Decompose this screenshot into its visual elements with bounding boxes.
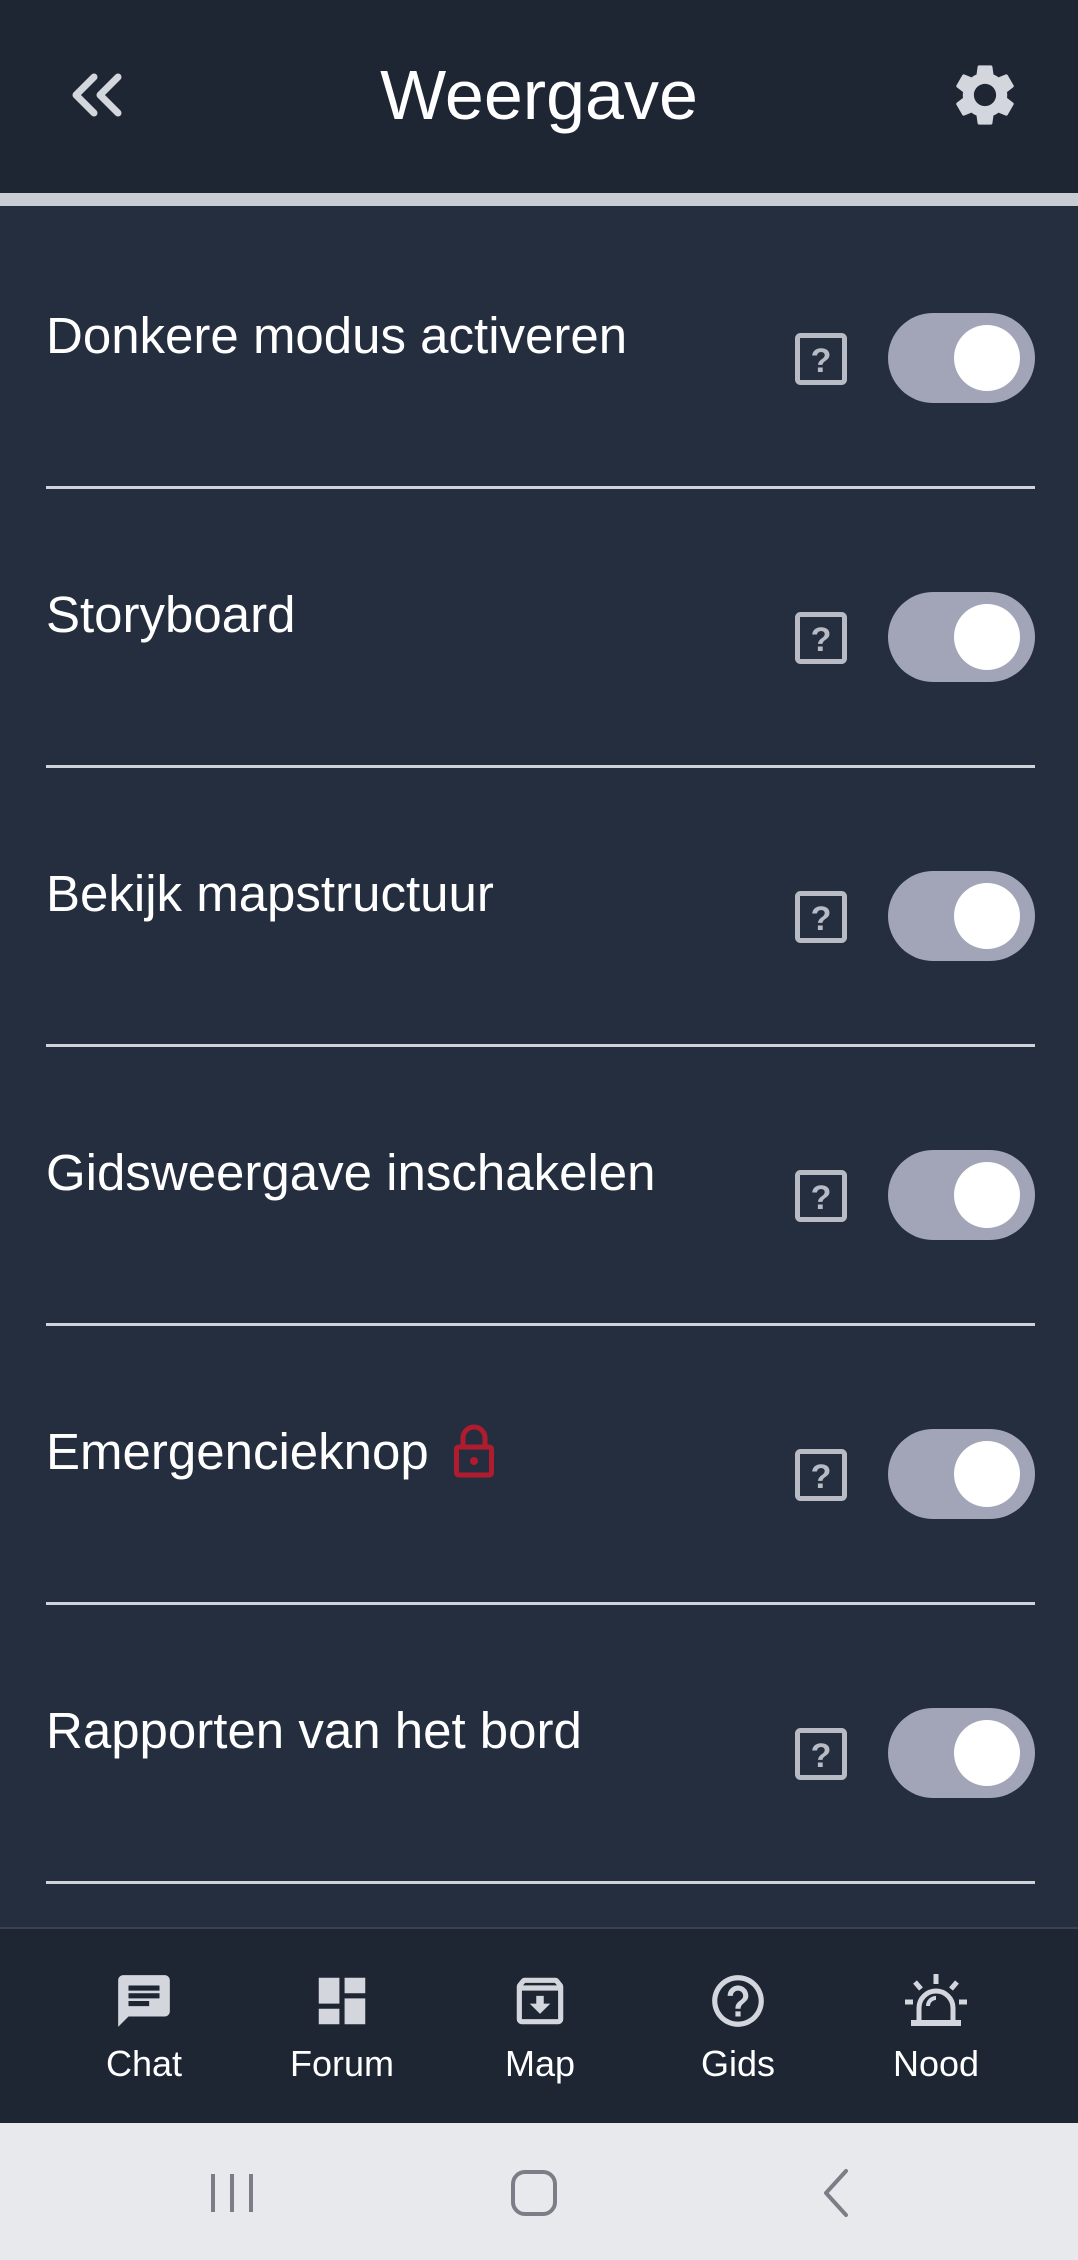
help-icon[interactable]: ? bbox=[795, 891, 847, 943]
settings-button[interactable] bbox=[940, 50, 1030, 140]
page-title: Weergave bbox=[380, 56, 698, 134]
nav-item-gids[interactable]: Gids bbox=[648, 1929, 828, 2125]
nav-label: Gids bbox=[700, 2043, 776, 2084]
help-icon[interactable]: ? bbox=[795, 1170, 847, 1222]
nav-label: Forum bbox=[289, 2043, 394, 2084]
nav-label: Chat bbox=[105, 2043, 183, 2084]
recent-apps-icon bbox=[211, 2174, 253, 2212]
back-button[interactable] bbox=[52, 50, 142, 140]
svg-text:?: ? bbox=[811, 1458, 832, 1496]
setting-label: Donkere modus activeren bbox=[46, 306, 628, 364]
emergency-button-toggle[interactable] bbox=[888, 1429, 1035, 1519]
setting-row-dark-mode: Donkere modus activeren ? bbox=[0, 206, 1078, 489]
system-back-button[interactable] bbox=[786, 2153, 886, 2233]
siren-icon bbox=[905, 1974, 967, 2026]
help-icon[interactable]: ? bbox=[795, 333, 847, 385]
folder-structure-toggle[interactable] bbox=[888, 871, 1035, 961]
board-reports-toggle[interactable] bbox=[888, 1708, 1035, 1798]
home-button[interactable] bbox=[484, 2153, 584, 2233]
toggle-knob bbox=[954, 604, 1020, 670]
setting-label: Rapporten van het bord bbox=[46, 1701, 582, 1759]
chat-icon bbox=[118, 1975, 170, 2027]
nav-item-chat[interactable]: Chat bbox=[54, 1929, 234, 2125]
svg-text:?: ? bbox=[811, 900, 832, 938]
toggle-knob bbox=[954, 325, 1020, 391]
help-circle-icon bbox=[712, 1975, 764, 2027]
double-chevron-left-icon bbox=[72, 73, 122, 117]
svg-text:?: ? bbox=[811, 1179, 832, 1217]
nav-item-forum[interactable]: Forum bbox=[252, 1929, 432, 2125]
toggle-knob bbox=[954, 1720, 1020, 1786]
system-navigation-bar bbox=[0, 2123, 1078, 2260]
header-divider bbox=[0, 193, 1078, 206]
nav-item-nood[interactable]: Nood bbox=[846, 1929, 1026, 2125]
setting-row-emergency-button: Emergencieknop ? bbox=[0, 1322, 1078, 1605]
dashboard-icon bbox=[318, 1977, 366, 2025]
svg-text:?: ? bbox=[811, 621, 832, 659]
setting-row-folder-structure: Bekijk mapstructuur ? bbox=[0, 764, 1078, 1047]
nav-label: Nood bbox=[892, 2043, 980, 2084]
setting-row-storyboard: Storyboard ? bbox=[0, 485, 1078, 768]
row-divider bbox=[46, 1881, 1035, 1884]
help-icon[interactable]: ? bbox=[795, 612, 847, 664]
nav-item-map[interactable]: Map bbox=[450, 1929, 630, 2125]
toggle-knob bbox=[954, 1162, 1020, 1228]
setting-label: Bekijk mapstructuur bbox=[46, 864, 494, 922]
settings-list: Donkere modus activeren ? Storyboard ? B… bbox=[0, 206, 1078, 1884]
bottom-navigation: Chat Forum Map Gids Nood bbox=[0, 1927, 1078, 2123]
svg-text:?: ? bbox=[811, 342, 832, 380]
toggle-knob bbox=[954, 1441, 1020, 1507]
back-chevron-icon bbox=[824, 2169, 848, 2217]
top-app-bar: Weergave bbox=[0, 0, 1078, 193]
setting-label: Emergencieknop bbox=[46, 1422, 429, 1480]
recent-apps-button[interactable] bbox=[182, 2153, 282, 2233]
lock-icon bbox=[453, 1423, 495, 1479]
setting-row-board-reports: Rapporten van het bord ? bbox=[0, 1601, 1078, 1884]
help-icon[interactable]: ? bbox=[795, 1728, 847, 1780]
dark-mode-toggle[interactable] bbox=[888, 313, 1035, 403]
setting-row-guide-view: Gidsweergave inschakelen ? bbox=[0, 1043, 1078, 1326]
help-icon[interactable]: ? bbox=[795, 1449, 847, 1501]
guide-view-toggle[interactable] bbox=[888, 1150, 1035, 1240]
nav-label: Map bbox=[504, 2043, 576, 2084]
archive-icon bbox=[516, 1977, 564, 2025]
toggle-knob bbox=[954, 883, 1020, 949]
gear-icon bbox=[956, 65, 1014, 125]
app-screen: Weergave Donkere modus activeren ? Story… bbox=[0, 0, 1078, 2260]
setting-label: Gidsweergave inschakelen bbox=[46, 1143, 656, 1201]
home-icon bbox=[511, 2170, 557, 2216]
storyboard-toggle[interactable] bbox=[888, 592, 1035, 682]
svg-text:?: ? bbox=[811, 1737, 832, 1775]
setting-label: Storyboard bbox=[46, 585, 296, 643]
